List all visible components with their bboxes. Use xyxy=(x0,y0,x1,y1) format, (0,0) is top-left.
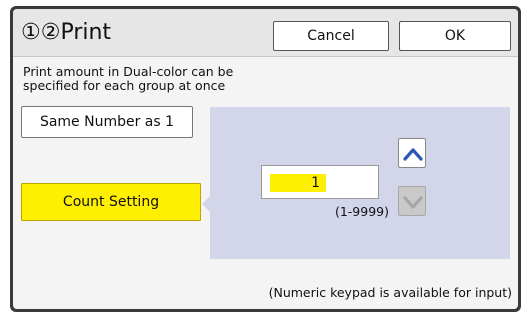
print-dialog: ①②Print Cancel OK Print amount in Dual-c… xyxy=(13,9,518,309)
chevron-up-icon xyxy=(403,148,423,161)
count-setting-button[interactable]: Count Setting xyxy=(21,183,201,221)
description-line-1: Print amount in Dual-color can be xyxy=(23,64,234,79)
ok-button[interactable]: OK xyxy=(399,21,511,51)
description-line-2: specified for each group at once xyxy=(23,78,226,93)
keypad-hint: (Numeric keypad is available for input) xyxy=(268,285,512,300)
chevron-down-icon xyxy=(403,196,423,209)
cancel-button[interactable]: Cancel xyxy=(273,21,389,51)
same-number-button[interactable]: Same Number as 1 xyxy=(21,106,193,138)
decrement-button[interactable] xyxy=(398,186,426,216)
count-value: 1 xyxy=(270,174,326,192)
dialog-title: ①②Print xyxy=(21,20,112,45)
count-range: (1-9999) xyxy=(334,204,389,219)
panel-pointer xyxy=(202,195,211,213)
description-text: Print amount in Dual-color can be specif… xyxy=(23,65,323,93)
title-bar: ①②Print Cancel OK xyxy=(13,9,518,57)
count-input[interactable]: 1 xyxy=(261,165,379,199)
increment-button[interactable] xyxy=(398,138,426,168)
